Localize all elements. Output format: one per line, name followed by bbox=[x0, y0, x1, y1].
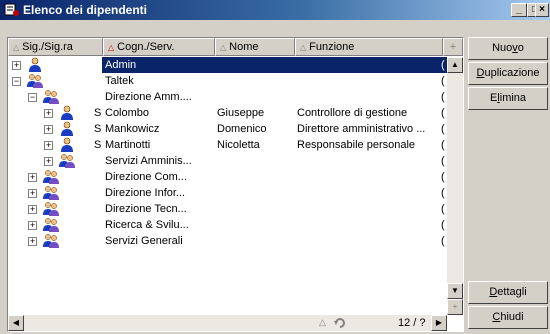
details-button[interactable]: Dettagli bbox=[468, 281, 548, 304]
sort-indicator-icon: △ bbox=[220, 43, 227, 52]
tree-row[interactable]: + Direzione Tecn...( bbox=[8, 201, 448, 217]
tree-rows: + Admin(− Taltek(− Direzione Amm....(+ S Colo… bbox=[8, 57, 448, 315]
person-icon bbox=[26, 57, 44, 73]
sort-indicator-icon: △ bbox=[13, 43, 20, 52]
surname-cell: Servizi Amminis... bbox=[105, 155, 192, 167]
expand-icon[interactable]: + bbox=[28, 189, 37, 198]
status-bar: △ 12 / ? bbox=[0, 315, 464, 332]
expand-icon[interactable]: + bbox=[28, 237, 37, 246]
tree-row[interactable]: + Direzione Com...( bbox=[8, 169, 448, 185]
tree-row[interactable]: − Direzione Amm....( bbox=[8, 89, 448, 105]
surname-cell: Taltek bbox=[105, 75, 134, 87]
first-name-cell: Giuseppe bbox=[217, 107, 265, 119]
collapse-icon[interactable]: − bbox=[12, 77, 21, 86]
surname-cell: Direzione Amm.... bbox=[105, 91, 192, 103]
sort-active-icon: △ bbox=[108, 43, 115, 52]
expand-icon[interactable]: + bbox=[28, 221, 37, 230]
expand-icon[interactable]: + bbox=[28, 205, 37, 214]
tree-row[interactable]: + Ricerca & Svilu...( bbox=[8, 217, 448, 233]
surname-cell: Servizi Generali bbox=[105, 235, 183, 247]
title-cell: S bbox=[94, 123, 102, 135]
collapse-icon[interactable]: − bbox=[28, 93, 37, 102]
person-icon bbox=[58, 105, 76, 121]
title-bar[interactable]: Elenco dei dipendenti _ □ × bbox=[0, 0, 550, 20]
scroll-down-icon[interactable]: ▼ bbox=[447, 283, 463, 299]
person-icon bbox=[58, 137, 76, 153]
column-header-function[interactable]: △ Funzione bbox=[295, 38, 443, 56]
first-name-cell: Nicoletta bbox=[217, 139, 260, 151]
surname-cell: Martinotti bbox=[105, 139, 151, 151]
tree-row[interactable]: + Direzione Infor...( bbox=[8, 185, 448, 201]
function-cell: Controllore di gestione bbox=[297, 107, 408, 119]
close-button[interactable]: × bbox=[535, 3, 549, 17]
surname-cell: Direzione Tecn... bbox=[105, 203, 187, 215]
expand-icon[interactable]: + bbox=[44, 157, 53, 166]
group-icon bbox=[26, 73, 44, 89]
refresh-icon[interactable] bbox=[332, 315, 348, 331]
tree-row[interactable]: + Servizi Generali( bbox=[8, 233, 448, 249]
sort-indicator-icon: △ bbox=[300, 43, 307, 52]
surname-cell: Admin bbox=[105, 59, 137, 71]
expand-icon[interactable]: + bbox=[44, 141, 53, 150]
column-chooser-button[interactable]: + bbox=[443, 38, 463, 56]
expand-icon[interactable]: + bbox=[28, 173, 37, 182]
expand-icon[interactable]: + bbox=[44, 125, 53, 134]
group-icon bbox=[58, 153, 76, 169]
column-header-first-name[interactable]: △ Nome bbox=[215, 38, 295, 56]
column-header-title[interactable]: △ Sig./Sig.ra bbox=[8, 38, 103, 56]
tree-row[interactable]: + Admin( bbox=[8, 57, 448, 73]
new-button[interactable]: Nuovo bbox=[468, 37, 548, 60]
tree-row[interactable]: + S Colombo Giuseppe Controllore di gestione… bbox=[8, 105, 448, 121]
column-header-bar: △ Sig./Sig.ra △ Cogn./Serv. △ Nome △ Funzion… bbox=[8, 38, 463, 56]
tree-row[interactable]: + S Mankowicz Domenico Direttore amministrat… bbox=[8, 121, 448, 137]
expand-icon[interactable]: + bbox=[44, 109, 53, 118]
tree-row[interactable]: + S Martinotti Nicoletta Responsabile person… bbox=[8, 137, 448, 153]
group-icon bbox=[42, 201, 60, 217]
sort-status-icon: △ bbox=[319, 317, 326, 327]
window-title: Elenco dei dipendenti bbox=[23, 3, 148, 17]
surname-cell: Colombo bbox=[105, 107, 150, 119]
person-icon bbox=[58, 121, 76, 137]
minimize-button[interactable]: _ bbox=[511, 3, 527, 17]
surname-cell: Ricerca & Svilu... bbox=[105, 219, 189, 231]
surname-cell: Mankowicz bbox=[105, 123, 160, 135]
group-icon bbox=[42, 89, 60, 105]
tree-row[interactable]: − Taltek( bbox=[8, 73, 448, 89]
employee-list-icon bbox=[4, 3, 19, 16]
delete-button[interactable]: Elimina bbox=[468, 87, 548, 110]
group-icon bbox=[42, 169, 60, 185]
surname-cell: Direzione Com... bbox=[105, 171, 187, 183]
scroll-up-icon[interactable]: ▲ bbox=[447, 57, 463, 73]
title-cell: S bbox=[94, 139, 102, 151]
function-cell: Direttore amministrativo ... bbox=[297, 123, 426, 135]
group-icon bbox=[42, 233, 60, 249]
duplicate-button[interactable]: Duplicazione bbox=[468, 62, 548, 85]
function-cell: Responsabile personale bbox=[297, 139, 416, 151]
first-name-cell: Domenico bbox=[217, 123, 267, 135]
title-cell: S bbox=[94, 107, 102, 119]
surname-cell: Direzione Infor... bbox=[105, 187, 186, 199]
record-count: 12 / ? bbox=[398, 317, 426, 329]
vertical-scrollbar[interactable]: ▲ ▼ + bbox=[447, 57, 463, 315]
tree-row[interactable]: + Servizi Amminis...( bbox=[8, 153, 448, 169]
column-header-surname[interactable]: △ Cogn./Serv. bbox=[103, 38, 215, 56]
scroll-corner-button[interactable]: + bbox=[447, 299, 463, 315]
employee-tree-list[interactable]: △ Sig./Sig.ra △ Cogn./Serv. △ Nome △ Funzion… bbox=[7, 37, 464, 332]
group-icon bbox=[42, 185, 60, 201]
expand-icon[interactable]: + bbox=[12, 61, 21, 70]
close-dialog-button[interactable]: Chiudi bbox=[468, 306, 548, 329]
group-icon bbox=[42, 217, 60, 233]
